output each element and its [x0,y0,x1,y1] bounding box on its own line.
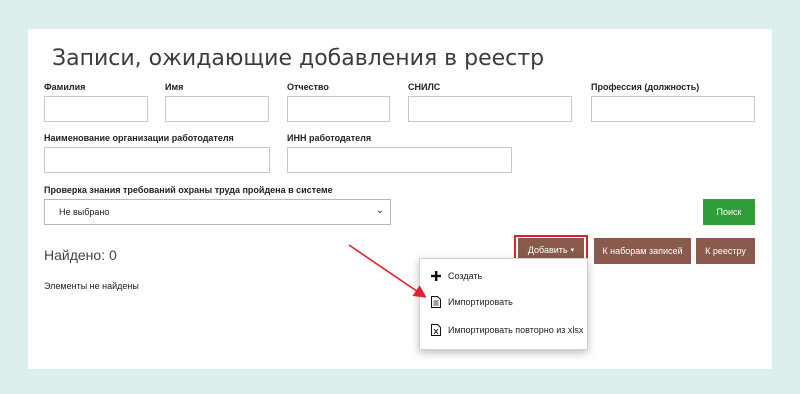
annotation-arrow [348,244,427,298]
